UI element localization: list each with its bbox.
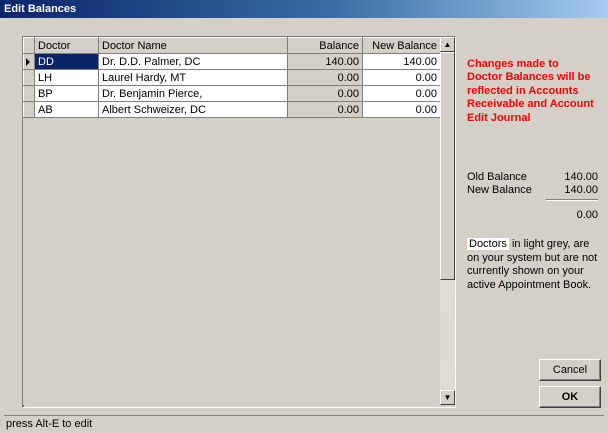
legend-note: Doctors in light grey, are on your syste… <box>467 238 601 292</box>
new-balance-cell[interactable]: 140.00 <box>362 53 441 70</box>
status-text: press Alt-E to edit <box>6 418 93 430</box>
scroll-up-button[interactable]: ▲ <box>440 37 455 52</box>
new-balance-cell[interactable]: 0.00 <box>362 101 441 118</box>
old-balance-value: 140.00 <box>564 171 598 183</box>
row-indicator <box>23 53 35 70</box>
vertical-scrollbar[interactable]: ▲ ▼ <box>440 37 455 405</box>
header-new-balance[interactable]: New Balance <box>362 37 441 54</box>
row-pointer-icon <box>26 58 30 66</box>
doctor-code-cell[interactable]: BP <box>34 85 99 102</box>
header-doctor-name[interactable]: Doctor Name <box>98 37 288 54</box>
balance-cell: 140.00 <box>287 53 363 70</box>
change-notice: Changes made to Doctor Balances will be … <box>467 58 594 124</box>
doctor-name-cell[interactable]: Dr. Benjamin Pierce, <box>98 85 288 102</box>
sum-divider <box>546 199 598 201</box>
row-indicator <box>23 69 35 86</box>
chevron-down-icon: ▼ <box>443 393 452 402</box>
doctor-code-cell[interactable]: LH <box>34 69 99 86</box>
balance-cell: 0.00 <box>287 101 363 118</box>
balance-difference: 0.00 <box>576 209 598 221</box>
old-balance-label: Old Balance <box>467 171 527 183</box>
doctor-code-cell[interactable]: AB <box>34 101 99 118</box>
scroll-thumb[interactable] <box>440 52 455 280</box>
title-bar: Edit Balances <box>0 0 608 18</box>
ok-button[interactable]: OK <box>539 386 601 408</box>
header-doctor[interactable]: Doctor <box>34 37 99 54</box>
row-indicator <box>23 85 35 102</box>
new-balance-cell[interactable]: 0.00 <box>362 85 441 102</box>
header-balance[interactable]: Balance <box>287 37 363 54</box>
table-row[interactable]: AB Albert Schweizer, DC 0.00 0.00 <box>23 101 441 118</box>
doctor-name-cell[interactable]: Albert Schweizer, DC <box>98 101 288 118</box>
new-balance-cell[interactable]: 0.00 <box>362 69 441 86</box>
new-balance-label: New Balance <box>467 184 532 196</box>
header-indicator <box>23 37 35 54</box>
grid-body[interactable]: Doctor Doctor Name Balance New Balance D… <box>23 37 441 405</box>
scroll-down-button[interactable]: ▼ <box>440 390 455 405</box>
doctor-name-cell[interactable]: Laurel Hardy, MT <box>98 69 288 86</box>
window-title: Edit Balances <box>4 3 77 15</box>
balance-cell: 0.00 <box>287 85 363 102</box>
balance-cell: 0.00 <box>287 69 363 86</box>
table-row[interactable]: LH Laurel Hardy, MT 0.00 0.00 <box>23 69 441 86</box>
row-indicator <box>23 101 35 118</box>
doctor-name-cell[interactable]: Dr. D.D. Palmer, DC <box>98 53 288 70</box>
status-bar: press Alt-E to edit <box>4 415 604 432</box>
old-balance-row: Old Balance 140.00 <box>467 171 598 184</box>
legend-chip: Doctors <box>467 238 509 250</box>
doctor-balances-grid[interactable]: Doctor Doctor Name Balance New Balance D… <box>22 36 456 408</box>
new-balance-row: New Balance 140.00 <box>467 184 598 197</box>
new-balance-value: 140.00 <box>564 184 598 196</box>
grid-table: Doctor Doctor Name Balance New Balance D… <box>23 37 441 118</box>
doctor-code-cell[interactable]: DD <box>34 53 99 70</box>
table-row[interactable]: DD Dr. D.D. Palmer, DC 140.00 140.00 <box>23 53 441 70</box>
table-row[interactable]: BP Dr. Benjamin Pierce, 0.00 0.00 <box>23 85 441 102</box>
header-row: Doctor Doctor Name Balance New Balance <box>23 37 441 54</box>
chevron-up-icon: ▲ <box>443 40 452 49</box>
cancel-button[interactable]: Cancel <box>539 359 601 381</box>
